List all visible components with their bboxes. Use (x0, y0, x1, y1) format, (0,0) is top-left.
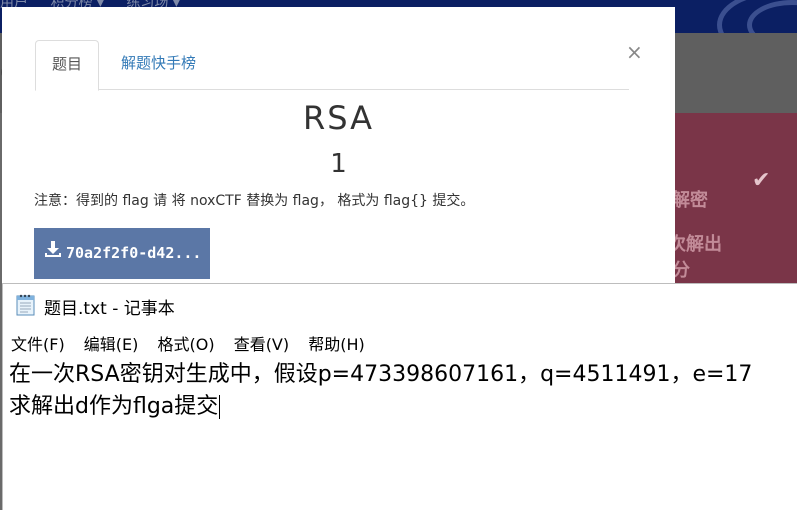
download-file-name: 70a2f2f0-d42... (66, 244, 202, 262)
notepad-titlebar[interactable]: 题目.txt - 记事本 (3, 284, 797, 326)
download-icon (44, 228, 62, 279)
text-caret (219, 395, 221, 419)
challenge-points: 1 (330, 149, 347, 179)
check-icon: ✔ (752, 168, 771, 193)
download-file-button[interactable]: 70a2f2f0-d42... (34, 228, 210, 279)
challenge-note: 注意：得到的 flag 请 将 noxCTF 替换为 flag， 格式为 fla… (34, 193, 475, 209)
background-card-text: 解密 (672, 190, 708, 211)
notepad-app-icon (16, 294, 35, 316)
notepad-text-area[interactable]: 在一次RSA密钥对生成中，假设p=473398607161，q=4511491，… (9, 359, 752, 423)
menu-edit[interactable]: 编辑(E) (84, 335, 139, 354)
notepad-title: 题目.txt - 记事本 (44, 299, 175, 319)
close-icon[interactable]: × (626, 40, 643, 64)
menu-help[interactable]: 帮助(H) (308, 335, 365, 354)
modal-tabs: 题目 解题快手榜 (35, 40, 629, 91)
tab-challenge[interactable]: 题目 (35, 40, 100, 91)
text-line: 在一次RSA密钥对生成中，假设p=473398607161，q=4511491，… (9, 362, 753, 387)
text-line: 求解出d作为flga提交 (9, 394, 219, 419)
menu-file[interactable]: 文件(F) (11, 335, 65, 354)
background-card-text: 次解出 (668, 234, 722, 255)
tab-fastest-solvers[interactable]: 解题快手榜 (105, 40, 212, 90)
challenge-modal: 题目 解题快手榜 × RSA 1 注意：得到的 flag 请 将 noxCTF … (2, 7, 675, 297)
background-logo-swirl (697, 0, 797, 33)
menu-view[interactable]: 查看(V) (234, 335, 289, 354)
menu-format[interactable]: 格式(O) (158, 335, 215, 354)
challenge-title: RSA (302, 99, 375, 137)
notepad-window: 题目.txt - 记事本 文件(F) 编辑(E) 格式(O) 查看(V) 帮助(… (2, 283, 797, 510)
notepad-menubar: 文件(F) 编辑(E) 格式(O) 查看(V) 帮助(H) (11, 331, 379, 354)
